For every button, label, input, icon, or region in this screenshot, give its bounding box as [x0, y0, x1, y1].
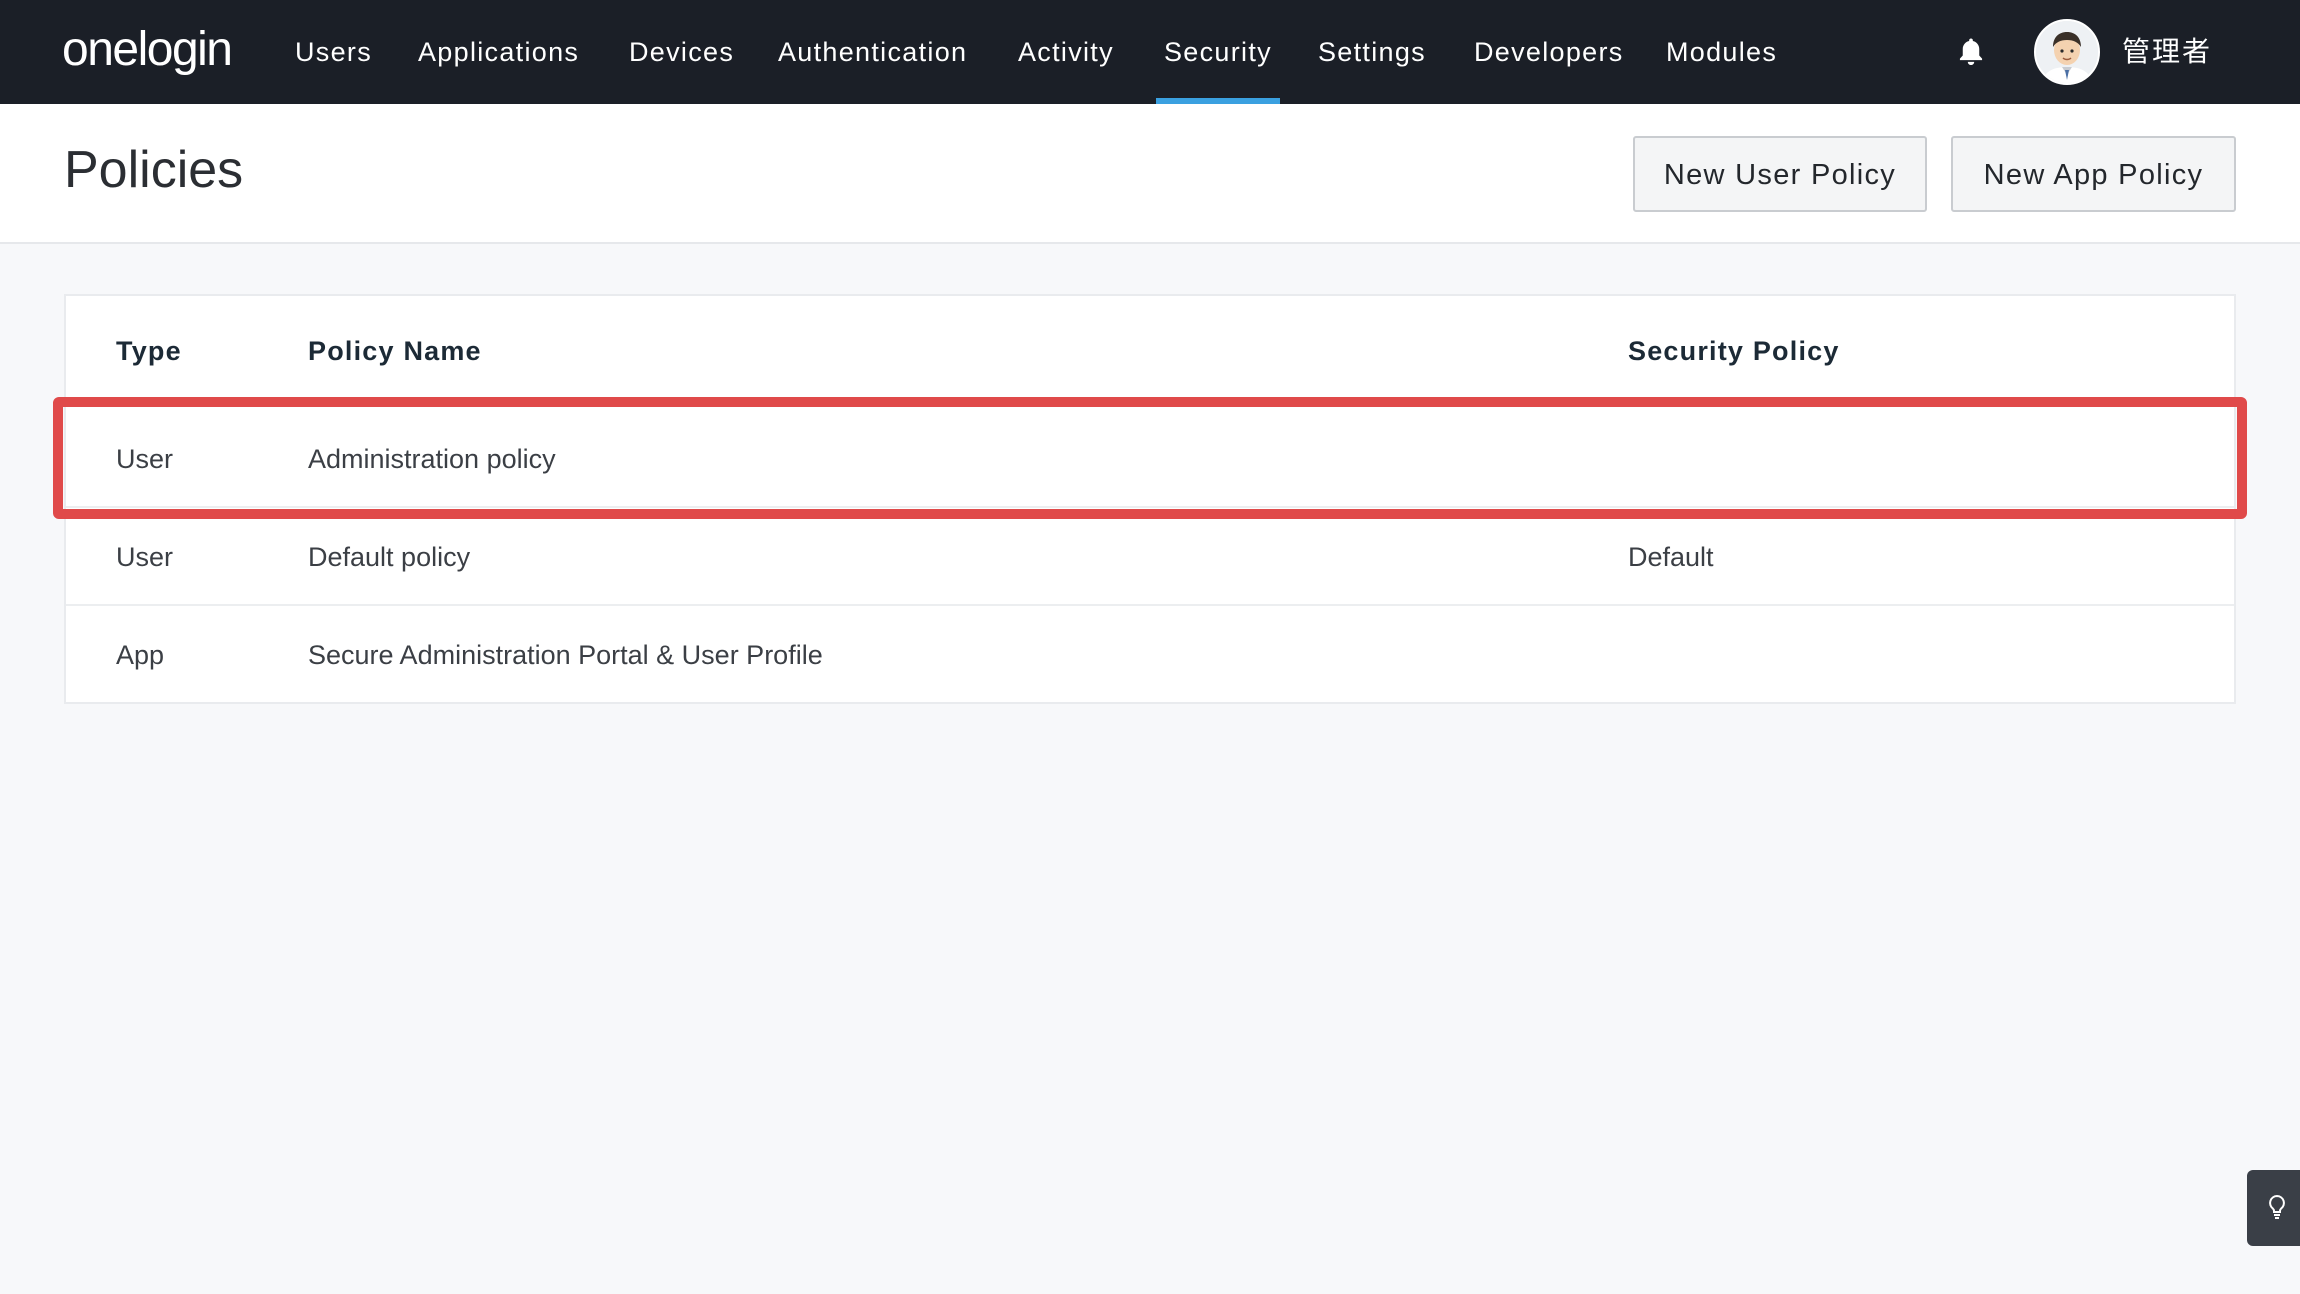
new-user-policy-button[interactable]: New User Policy: [1633, 136, 1927, 212]
nav-users[interactable]: Users: [295, 0, 372, 104]
page-header: Policies New User Policy New App Policy: [0, 104, 2300, 244]
nav-devices[interactable]: Devices: [629, 0, 734, 104]
onelogin-logo[interactable]: onelogin: [62, 20, 233, 80]
policies-table: Type Policy Name Security Policy User Ad…: [64, 294, 2236, 704]
row-type: User: [116, 542, 174, 572]
nav-authentication[interactable]: Authentication: [778, 0, 967, 104]
table-row[interactable]: User Default policy Default: [66, 508, 2234, 606]
row-policy-name[interactable]: Administration policy: [308, 410, 556, 508]
avatar[interactable]: [2034, 19, 2100, 85]
top-nav: onelogin Users Applications Devices Auth…: [0, 0, 2300, 104]
row-type: User: [116, 444, 174, 474]
row-policy-name[interactable]: Default policy: [308, 508, 470, 606]
help-tab[interactable]: [2247, 1170, 2300, 1246]
row-policy-name[interactable]: Secure Administration Portal & User Prof…: [308, 606, 823, 704]
column-header-policy-name: Policy Name: [308, 336, 482, 366]
nav-settings[interactable]: Settings: [1318, 0, 1426, 104]
row-type: App: [116, 640, 165, 670]
lightbulb-icon: [2269, 1194, 2285, 1219]
table-row[interactable]: App Secure Administration Portal & User …: [66, 606, 2234, 704]
nav-developers[interactable]: Developers: [1474, 0, 1624, 104]
nav-applications[interactable]: Applications: [418, 0, 579, 104]
bell-icon[interactable]: [1956, 36, 1986, 68]
nav-activity[interactable]: Activity: [1018, 0, 1114, 104]
user-name[interactable]: 管理者: [2122, 0, 2212, 104]
nav-security[interactable]: Security: [1156, 0, 1280, 104]
column-header-security-policy: Security Policy: [1628, 336, 1840, 366]
table-row[interactable]: User Administration policy: [66, 410, 2234, 508]
page-title: Policies: [64, 141, 244, 199]
nav-modules[interactable]: Modules: [1666, 0, 1777, 104]
row-security-policy: Default: [1628, 542, 1714, 572]
new-app-policy-button[interactable]: New App Policy: [1951, 136, 2236, 212]
column-header-type: Type: [116, 336, 182, 366]
